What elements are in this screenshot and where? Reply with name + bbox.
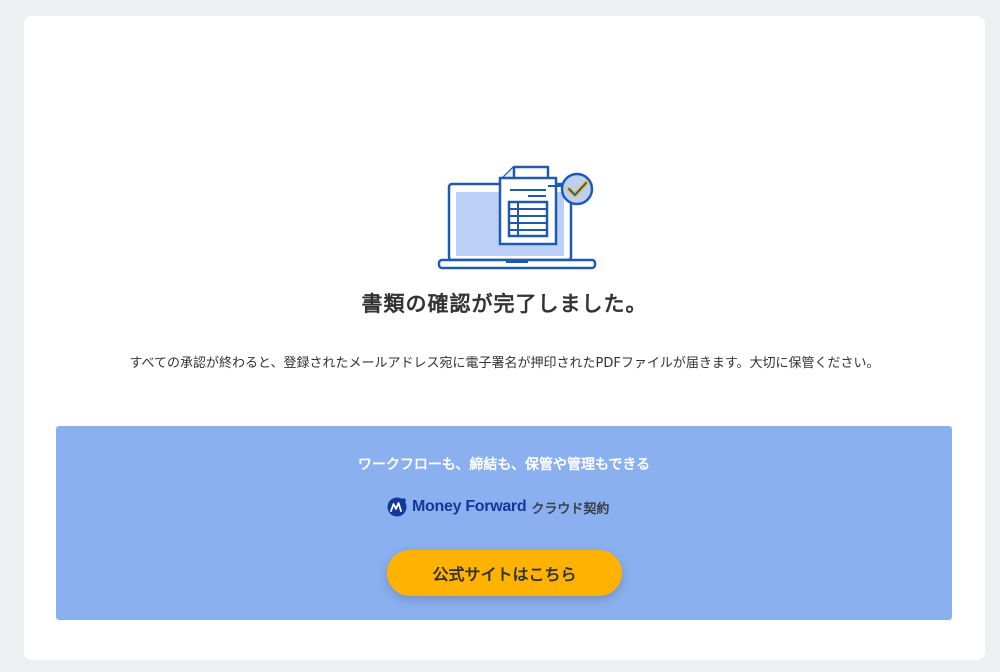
money-forward-logo-icon bbox=[387, 497, 407, 517]
completion-card: 書類の確認が完了しました。 すべての承認が終わると、登録されたメールアドレス宛に… bbox=[24, 16, 985, 660]
logo-product-name: クラウド契約 bbox=[531, 501, 610, 517]
promo-banner: ワークフローも、締結も、保管や管理もできる Money Forward クラウド… bbox=[56, 426, 952, 620]
money-forward-logo: Money Forward クラウド契約 bbox=[387, 496, 609, 518]
official-site-button[interactable]: 公式サイトはこちら bbox=[387, 550, 622, 596]
laptop-document-check-icon bbox=[437, 165, 597, 270]
completion-title: 書類の確認が完了しました。 bbox=[361, 292, 648, 316]
promo-tagline: ワークフローも、締結も、保管や管理もできる bbox=[357, 457, 651, 473]
logo-wordmark: Money Forward bbox=[412, 498, 527, 515]
completion-description: すべての承認が終わると、登録されたメールアドレス宛に電子署名が押印されたPDFフ… bbox=[129, 356, 880, 371]
